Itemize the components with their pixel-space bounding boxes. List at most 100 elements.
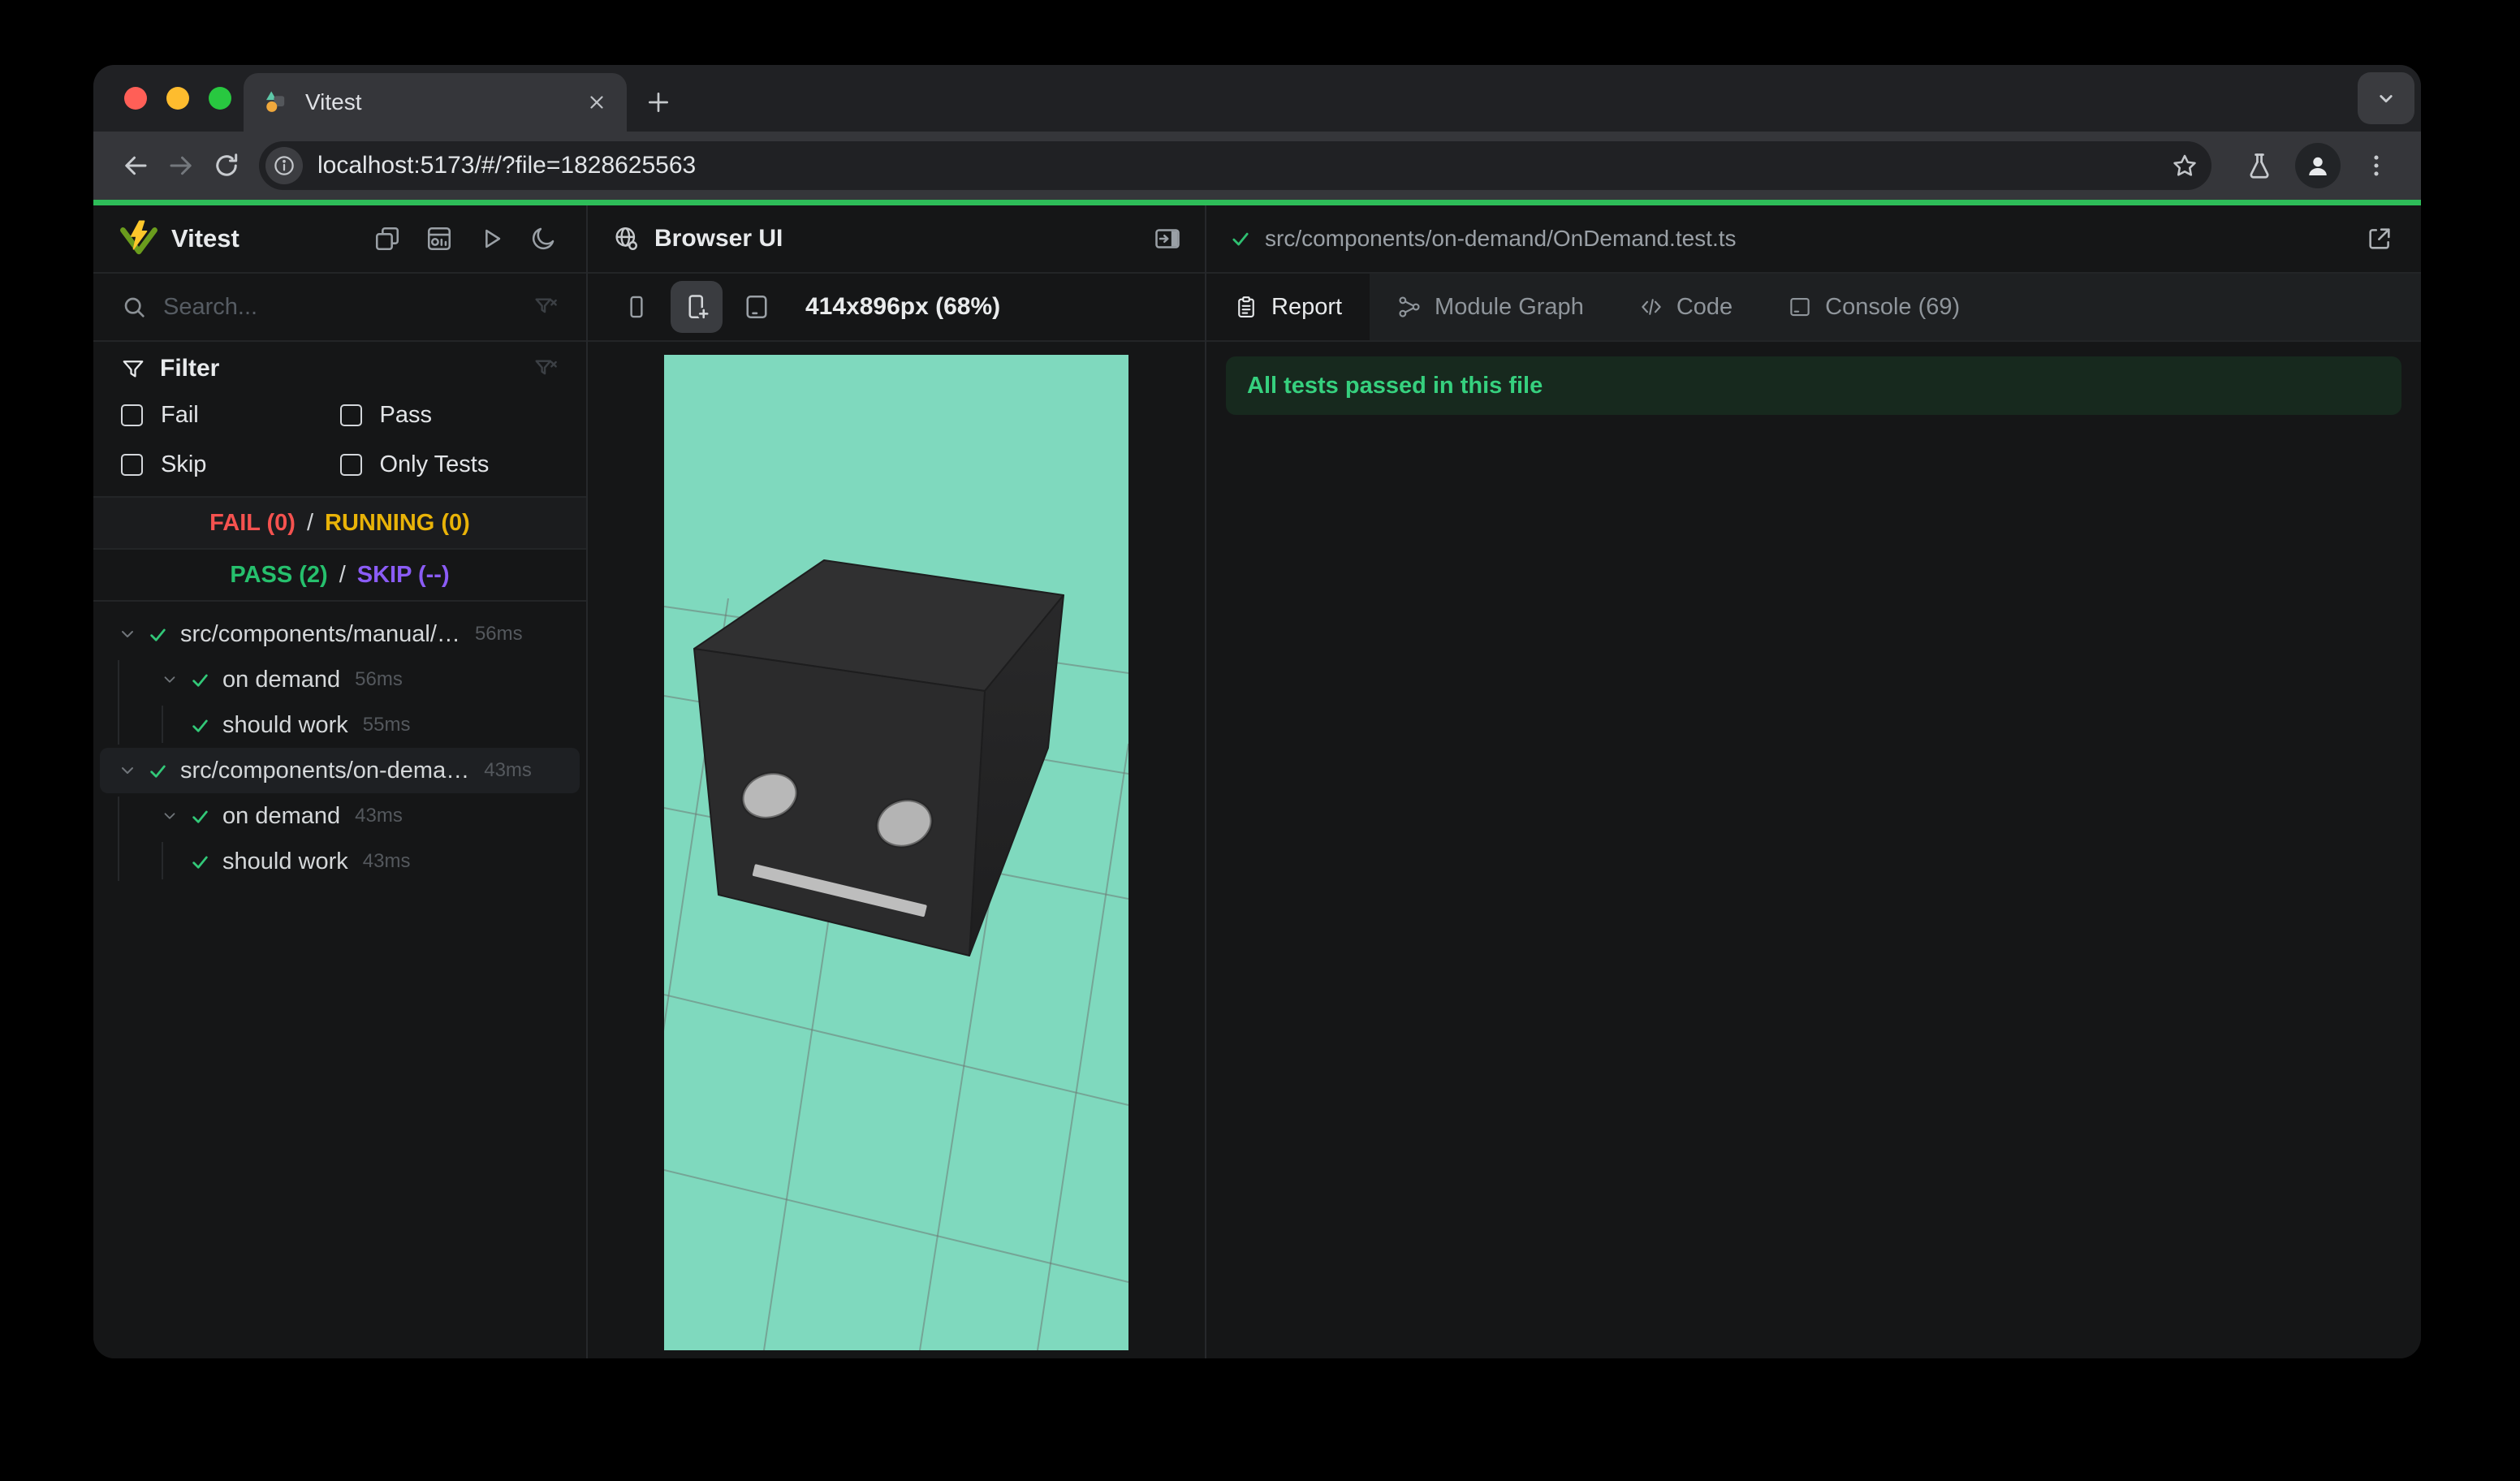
checkbox[interactable]: [121, 454, 143, 476]
filter-checkbox-only-tests[interactable]: Only Tests: [339, 451, 559, 478]
experiments-flask-icon[interactable]: [2234, 140, 2285, 191]
run-all-icon[interactable]: [477, 225, 505, 253]
clipboard-icon: [1238, 296, 1254, 317]
browser-window: Vitest localhost:5173/#/?file=1828625563…: [93, 65, 2421, 1358]
collapse-tests-icon[interactable]: [373, 225, 401, 253]
pass-check-icon: [189, 851, 211, 873]
clear-filter-icon[interactable]: [533, 356, 559, 382]
checkbox[interactable]: [121, 404, 143, 426]
minimize-window-button[interactable]: [166, 87, 189, 110]
browser-ui-panel: Browser UI 414x896px (68%): [588, 205, 1206, 1358]
tab-close-icon[interactable]: [586, 92, 607, 113]
browser-menu-icon[interactable]: [2351, 140, 2401, 191]
pass-check-icon: [189, 715, 211, 736]
new-tab-button[interactable]: [636, 80, 681, 125]
avatar: [2295, 143, 2341, 188]
browser-tab[interactable]: Vitest: [244, 73, 627, 132]
robot-cube-scene: [664, 355, 1128, 1350]
maximize-window-button[interactable]: [209, 87, 231, 110]
tree-label: should work: [222, 711, 348, 738]
reload-icon[interactable]: [204, 143, 249, 188]
open-external-icon[interactable]: [2366, 225, 2393, 253]
url-text[interactable]: localhost:5173/#/?file=1828625563: [317, 152, 696, 179]
checkbox[interactable]: [339, 454, 362, 476]
tab-label: Console (69): [1825, 293, 1961, 320]
sidebar-title: Vitest: [171, 224, 239, 253]
filter-section: Filter Fail Pass Skip Only Tests: [93, 342, 586, 498]
browser-ui-title: Browser UI: [654, 225, 783, 252]
test-viewport[interactable]: [664, 355, 1128, 1350]
dashboard-icon[interactable]: [425, 225, 453, 253]
site-info-icon[interactable]: [265, 147, 303, 184]
console-icon: [1790, 297, 1810, 317]
fail-count: FAIL (0): [209, 509, 296, 536]
tree-duration: 43ms: [355, 805, 403, 827]
banner-text: All tests passed in this file: [1247, 372, 1543, 399]
test-tree: src/components/manual/… 56ms on demand 5…: [93, 602, 586, 1358]
running-count: RUNNING (0): [325, 509, 470, 536]
pass-check-icon: [1229, 227, 1252, 250]
tree-label: on demand: [222, 802, 341, 829]
tree-row-suite[interactable]: on demand 43ms: [100, 793, 580, 839]
filter-checkbox-skip[interactable]: Skip: [121, 451, 340, 478]
filter-checkbox-fail[interactable]: Fail: [121, 402, 340, 429]
tree-duration: 43ms: [362, 850, 411, 872]
chevron-down-icon[interactable]: [108, 761, 147, 780]
separator: /: [306, 509, 314, 536]
tab-title: Vitest: [305, 89, 362, 114]
tab-report[interactable]: Report: [1206, 274, 1370, 340]
tab-strip: Vitest: [93, 65, 2421, 132]
all-tests-passed-banner: All tests passed in this file: [1226, 356, 2401, 415]
back-icon[interactable]: [113, 143, 158, 188]
tree-row-test[interactable]: should work 55ms: [100, 702, 580, 748]
tab-search-button[interactable]: [2358, 72, 2414, 124]
tree-row-file-selected[interactable]: src/components/on-dema… 43ms: [100, 748, 580, 793]
filter-title: Filter: [160, 355, 220, 382]
pass-check-icon: [147, 760, 169, 782]
tab-console[interactable]: Console (69): [1760, 274, 1987, 340]
tree-row-suite[interactable]: on demand 56ms: [100, 657, 580, 702]
profile-avatar[interactable]: [2293, 140, 2343, 191]
device-tablet-icon[interactable]: [731, 281, 783, 333]
browser-canvas: [588, 342, 1205, 1358]
forward-icon[interactable]: [158, 143, 204, 188]
filter-funnel-icon: [121, 356, 145, 381]
report-tab-bar: Report Module Graph Code Console (69): [1206, 274, 2421, 342]
tree-row-file[interactable]: src/components/manual/… 56ms: [100, 611, 580, 657]
close-window-button[interactable]: [124, 87, 147, 110]
tree-duration: 43ms: [484, 759, 532, 781]
clear-filter-icon[interactable]: [533, 294, 559, 320]
separator: /: [339, 561, 346, 588]
tab-module-graph[interactable]: Module Graph: [1370, 274, 1612, 340]
vitest-accent-bar: [93, 200, 2421, 205]
chevron-down-icon[interactable]: [150, 807, 189, 825]
checkbox-label: Only Tests: [379, 451, 490, 477]
tree-label: should work: [222, 848, 348, 874]
search-input[interactable]: [163, 293, 533, 321]
tree-label: src/components/on-dema…: [180, 757, 470, 784]
viewport-dimensions-label[interactable]: 414x896px (68%): [805, 293, 1000, 321]
globe-icon: [612, 225, 640, 253]
chevron-down-icon[interactable]: [108, 624, 147, 644]
search-row: [93, 274, 586, 342]
tab-code[interactable]: Code: [1612, 274, 1760, 340]
tab-label: Code: [1676, 293, 1733, 320]
bookmark-star-icon[interactable]: [2171, 152, 2199, 179]
chevron-down-icon[interactable]: [150, 671, 189, 689]
tree-row-test[interactable]: should work 43ms: [100, 839, 580, 884]
dark-mode-moon-icon[interactable]: [529, 225, 557, 253]
checkbox[interactable]: [339, 404, 362, 426]
vitest-favicon-icon: [263, 89, 291, 116]
test-file-path[interactable]: src/components/on-demand/OnDemand.test.t…: [1265, 226, 1737, 252]
traffic-lights: [124, 87, 231, 110]
tree-duration: 55ms: [362, 714, 411, 736]
device-phone-icon[interactable]: [611, 281, 662, 333]
tab-label: Module Graph: [1435, 293, 1584, 320]
filter-checkbox-pass[interactable]: Pass: [339, 402, 559, 429]
pass-check-icon: [189, 669, 211, 691]
report-panel: src/components/on-demand/OnDemand.test.t…: [1206, 205, 2421, 1358]
report-header: src/components/on-demand/OnDemand.test.t…: [1206, 205, 2421, 274]
url-bar[interactable]: localhost:5173/#/?file=1828625563: [259, 141, 2211, 190]
dock-panel-right-icon[interactable]: [1153, 224, 1182, 253]
device-phone-add-icon[interactable]: [671, 281, 723, 333]
